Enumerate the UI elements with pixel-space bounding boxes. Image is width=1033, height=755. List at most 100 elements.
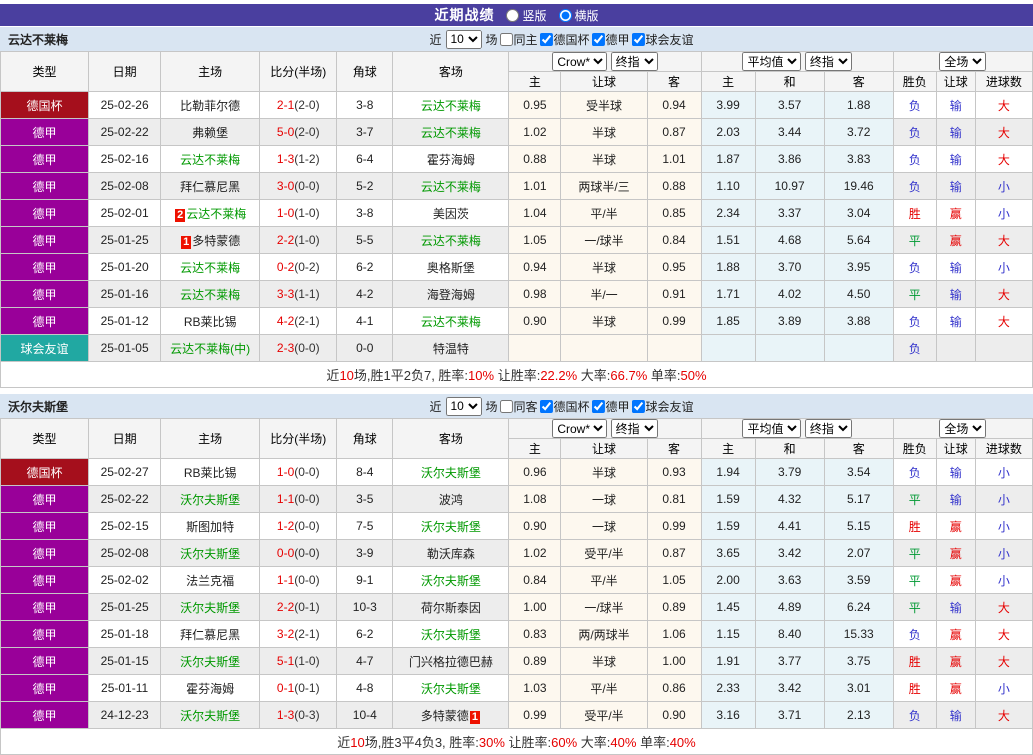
away-team-link[interactable]: 霍芬海姆 bbox=[427, 153, 475, 167]
home-team-link[interactable]: 沃尔夫斯堡 bbox=[180, 493, 240, 507]
avg-away-odds: 3.83 bbox=[824, 146, 893, 173]
odds-stage-select[interactable]: 终指 bbox=[611, 52, 658, 71]
home-team-link[interactable]: 云达不莱梅 bbox=[180, 288, 240, 302]
match-score: 4-2(2-1) bbox=[260, 308, 337, 335]
crow-away-odds: 0.86 bbox=[647, 675, 701, 702]
cup-option[interactable]: 德国杯 bbox=[540, 398, 590, 415]
home-team-link[interactable]: 多特蒙德 bbox=[192, 234, 240, 248]
league-checkbox[interactable] bbox=[592, 400, 605, 413]
average-select[interactable]: 平均值 bbox=[742, 419, 801, 438]
team-name: 云达不莱梅 bbox=[8, 31, 68, 48]
away-team-link[interactable]: 云达不莱梅 bbox=[421, 180, 481, 194]
crow-away-odds: 0.88 bbox=[647, 173, 701, 200]
match-count-select[interactable]: 10 bbox=[445, 30, 481, 49]
odds-stage-select[interactable]: 终指 bbox=[611, 419, 658, 438]
match-score: 3-0(0-0) bbox=[260, 173, 337, 200]
home-team-link[interactable]: 沃尔夫斯堡 bbox=[180, 547, 240, 561]
cup-checkbox[interactable] bbox=[540, 400, 553, 413]
fulltime-select[interactable]: 全场 bbox=[939, 419, 986, 438]
col-header-date: 日期 bbox=[89, 52, 161, 92]
average-stage-select[interactable]: 终指 bbox=[805, 52, 852, 71]
crow-away-odds: 0.99 bbox=[647, 308, 701, 335]
vertical-layout-option[interactable]: 竖版 bbox=[506, 7, 546, 24]
away-team-link[interactable]: 沃尔夫斯堡 bbox=[421, 520, 481, 534]
away-team-link[interactable]: 沃尔夫斯堡 bbox=[421, 574, 481, 588]
away-team-link[interactable]: 沃尔夫斯堡 bbox=[421, 682, 481, 696]
cup-checkbox[interactable] bbox=[540, 33, 553, 46]
away-team-link[interactable]: 海登海姆 bbox=[427, 288, 475, 302]
bookmaker-select[interactable]: Crow* bbox=[552, 419, 607, 438]
crow-home-odds: 0.98 bbox=[509, 281, 561, 308]
away-team-link[interactable]: 美因茨 bbox=[433, 207, 469, 221]
home-team-link[interactable]: 比勒菲尔德 bbox=[180, 99, 240, 113]
home-team-link[interactable]: 法兰克福 bbox=[186, 574, 234, 588]
league-option[interactable]: 德甲 bbox=[592, 31, 630, 48]
match-type-badge: 德甲 bbox=[1, 146, 89, 173]
away-team-link[interactable]: 多特蒙德 bbox=[421, 709, 469, 723]
away-team-link[interactable]: 特温特 bbox=[433, 342, 469, 356]
away-team-link[interactable]: 云达不莱梅 bbox=[421, 315, 481, 329]
friendly-option[interactable]: 球会友谊 bbox=[632, 398, 694, 415]
away-team-link[interactable]: 波鸿 bbox=[439, 493, 463, 507]
match-row: 德甲25-01-11霍芬海姆0-1(0-1)4-8沃尔夫斯堡1.03平/半0.8… bbox=[1, 675, 1033, 702]
home-team-link[interactable]: 斯图加特 bbox=[186, 520, 234, 534]
league-checkbox[interactable] bbox=[592, 33, 605, 46]
avg-draw-odds: 3.42 bbox=[755, 675, 824, 702]
match-count-select[interactable]: 10 bbox=[445, 397, 481, 416]
average-stage-select[interactable]: 终指 bbox=[805, 419, 852, 438]
away-team-link[interactable]: 门兴格拉德巴赫 bbox=[409, 655, 493, 669]
vertical-layout-radio[interactable] bbox=[506, 9, 519, 22]
result-goals: 大 bbox=[975, 648, 1032, 675]
away-team-link[interactable]: 荷尔斯泰因 bbox=[421, 601, 481, 615]
away-team-cell: 波鸿 bbox=[393, 486, 509, 513]
same-venue-checkbox[interactable] bbox=[499, 400, 512, 413]
league-option[interactable]: 德甲 bbox=[592, 398, 630, 415]
friendly-checkbox[interactable] bbox=[632, 33, 645, 46]
cup-option[interactable]: 德国杯 bbox=[540, 31, 590, 48]
crow-away-odds: 0.85 bbox=[647, 200, 701, 227]
home-team-link[interactable]: 沃尔夫斯堡 bbox=[180, 601, 240, 615]
home-team-link[interactable]: RB莱比锡 bbox=[184, 315, 237, 329]
away-team-cell: 奥格斯堡 bbox=[393, 254, 509, 281]
fulltime-select[interactable]: 全场 bbox=[939, 52, 986, 71]
home-team-link[interactable]: 拜仁慕尼黑 bbox=[180, 628, 240, 642]
home-team-link[interactable]: 云达不莱梅 bbox=[186, 207, 246, 221]
horizontal-layout-option[interactable]: 横版 bbox=[559, 7, 599, 24]
away-team-link[interactable]: 奥格斯堡 bbox=[427, 261, 475, 275]
avg-home-odds bbox=[701, 335, 755, 362]
friendly-checkbox[interactable] bbox=[632, 400, 645, 413]
away-team-link[interactable]: 沃尔夫斯堡 bbox=[421, 628, 481, 642]
match-date: 25-02-16 bbox=[89, 146, 161, 173]
same-venue-option[interactable]: 同主 bbox=[499, 31, 537, 48]
home-team-link[interactable]: 霍芬海姆 bbox=[186, 682, 234, 696]
home-team-link[interactable]: 云达不莱梅(中) bbox=[170, 342, 250, 356]
results-table: 类型 日期 主场 比分(半场) 角球 客场 Crow* 终指 平均值 终指 全场 bbox=[0, 51, 1033, 388]
home-team-link[interactable]: 沃尔夫斯堡 bbox=[180, 709, 240, 723]
home-team-cell: 斯图加特 bbox=[161, 513, 260, 540]
home-team-link[interactable]: 云达不莱梅 bbox=[180, 261, 240, 275]
corner-score: 3-7 bbox=[337, 119, 393, 146]
match-type-badge: 球会友谊 bbox=[1, 335, 89, 362]
match-date: 25-02-08 bbox=[89, 173, 161, 200]
home-team-link[interactable]: 云达不莱梅 bbox=[180, 153, 240, 167]
away-team-link[interactable]: 云达不莱梅 bbox=[421, 234, 481, 248]
halftime-score: (0-0) bbox=[294, 465, 319, 479]
away-team-link[interactable]: 勒沃库森 bbox=[427, 547, 475, 561]
home-team-link[interactable]: 弗赖堡 bbox=[192, 126, 228, 140]
same-venue-option[interactable]: 同客 bbox=[499, 398, 537, 415]
home-team-link[interactable]: 沃尔夫斯堡 bbox=[180, 655, 240, 669]
away-team-link[interactable]: 云达不莱梅 bbox=[421, 99, 481, 113]
home-team-link[interactable]: 拜仁慕尼黑 bbox=[180, 180, 240, 194]
results-table: 类型 日期 主场 比分(半场) 角球 客场 Crow* 终指 平均值 终指 全场 bbox=[0, 418, 1033, 755]
home-team-link[interactable]: RB莱比锡 bbox=[184, 466, 237, 480]
bookmaker-select[interactable]: Crow* bbox=[552, 52, 607, 71]
avg-draw-odds: 3.37 bbox=[755, 200, 824, 227]
result-handicap: 输 bbox=[936, 92, 975, 119]
away-team-link[interactable]: 沃尔夫斯堡 bbox=[421, 466, 481, 480]
average-select[interactable]: 平均值 bbox=[742, 52, 801, 71]
friendly-option[interactable]: 球会友谊 bbox=[632, 31, 694, 48]
team-filter-bar: 沃尔夫斯堡 近 10 场 同客 德国杯 德甲 球会友谊 bbox=[0, 394, 1033, 418]
same-venue-checkbox[interactable] bbox=[499, 33, 512, 46]
horizontal-layout-radio[interactable] bbox=[559, 9, 572, 22]
away-team-link[interactable]: 云达不莱梅 bbox=[421, 126, 481, 140]
